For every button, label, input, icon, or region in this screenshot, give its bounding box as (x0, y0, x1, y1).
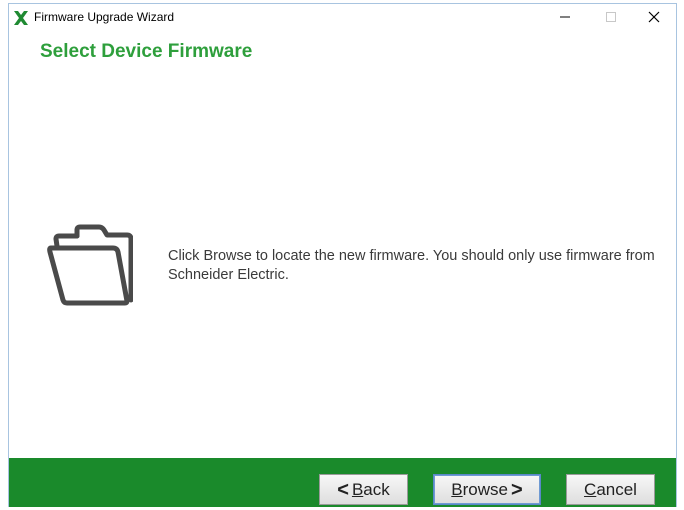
back-button-label: Back (351, 479, 390, 499)
back-arrow-icon: < (337, 478, 349, 501)
button-bar: < Back Browse > Cancel (9, 458, 676, 507)
close-icon (648, 11, 660, 23)
next-arrow-icon: > (511, 478, 523, 501)
back-button[interactable]: < Back (319, 474, 408, 505)
browse-button[interactable]: Browse > (433, 474, 541, 505)
folder-open-icon (47, 224, 133, 306)
schneider-x-icon (14, 11, 28, 25)
maximize-icon (606, 12, 616, 22)
title-bar[interactable]: Firmware Upgrade Wizard (9, 4, 676, 30)
wizard-window: Firmware Upgrade Wizard Select Device Fi… (8, 3, 677, 507)
cancel-button[interactable]: Cancel (566, 474, 655, 505)
page-title: Select Device Firmware (40, 41, 253, 62)
close-button[interactable] (631, 4, 677, 30)
cancel-button-label: Cancel (584, 479, 637, 499)
browse-button-label: Browse (451, 479, 508, 499)
minimize-icon (560, 16, 570, 18)
instruction-text: Click Browse to locate the new firmware.… (168, 248, 655, 283)
window-title: Firmware Upgrade Wizard (34, 10, 175, 24)
minimize-button[interactable] (542, 4, 588, 30)
maximize-button[interactable] (588, 4, 634, 30)
